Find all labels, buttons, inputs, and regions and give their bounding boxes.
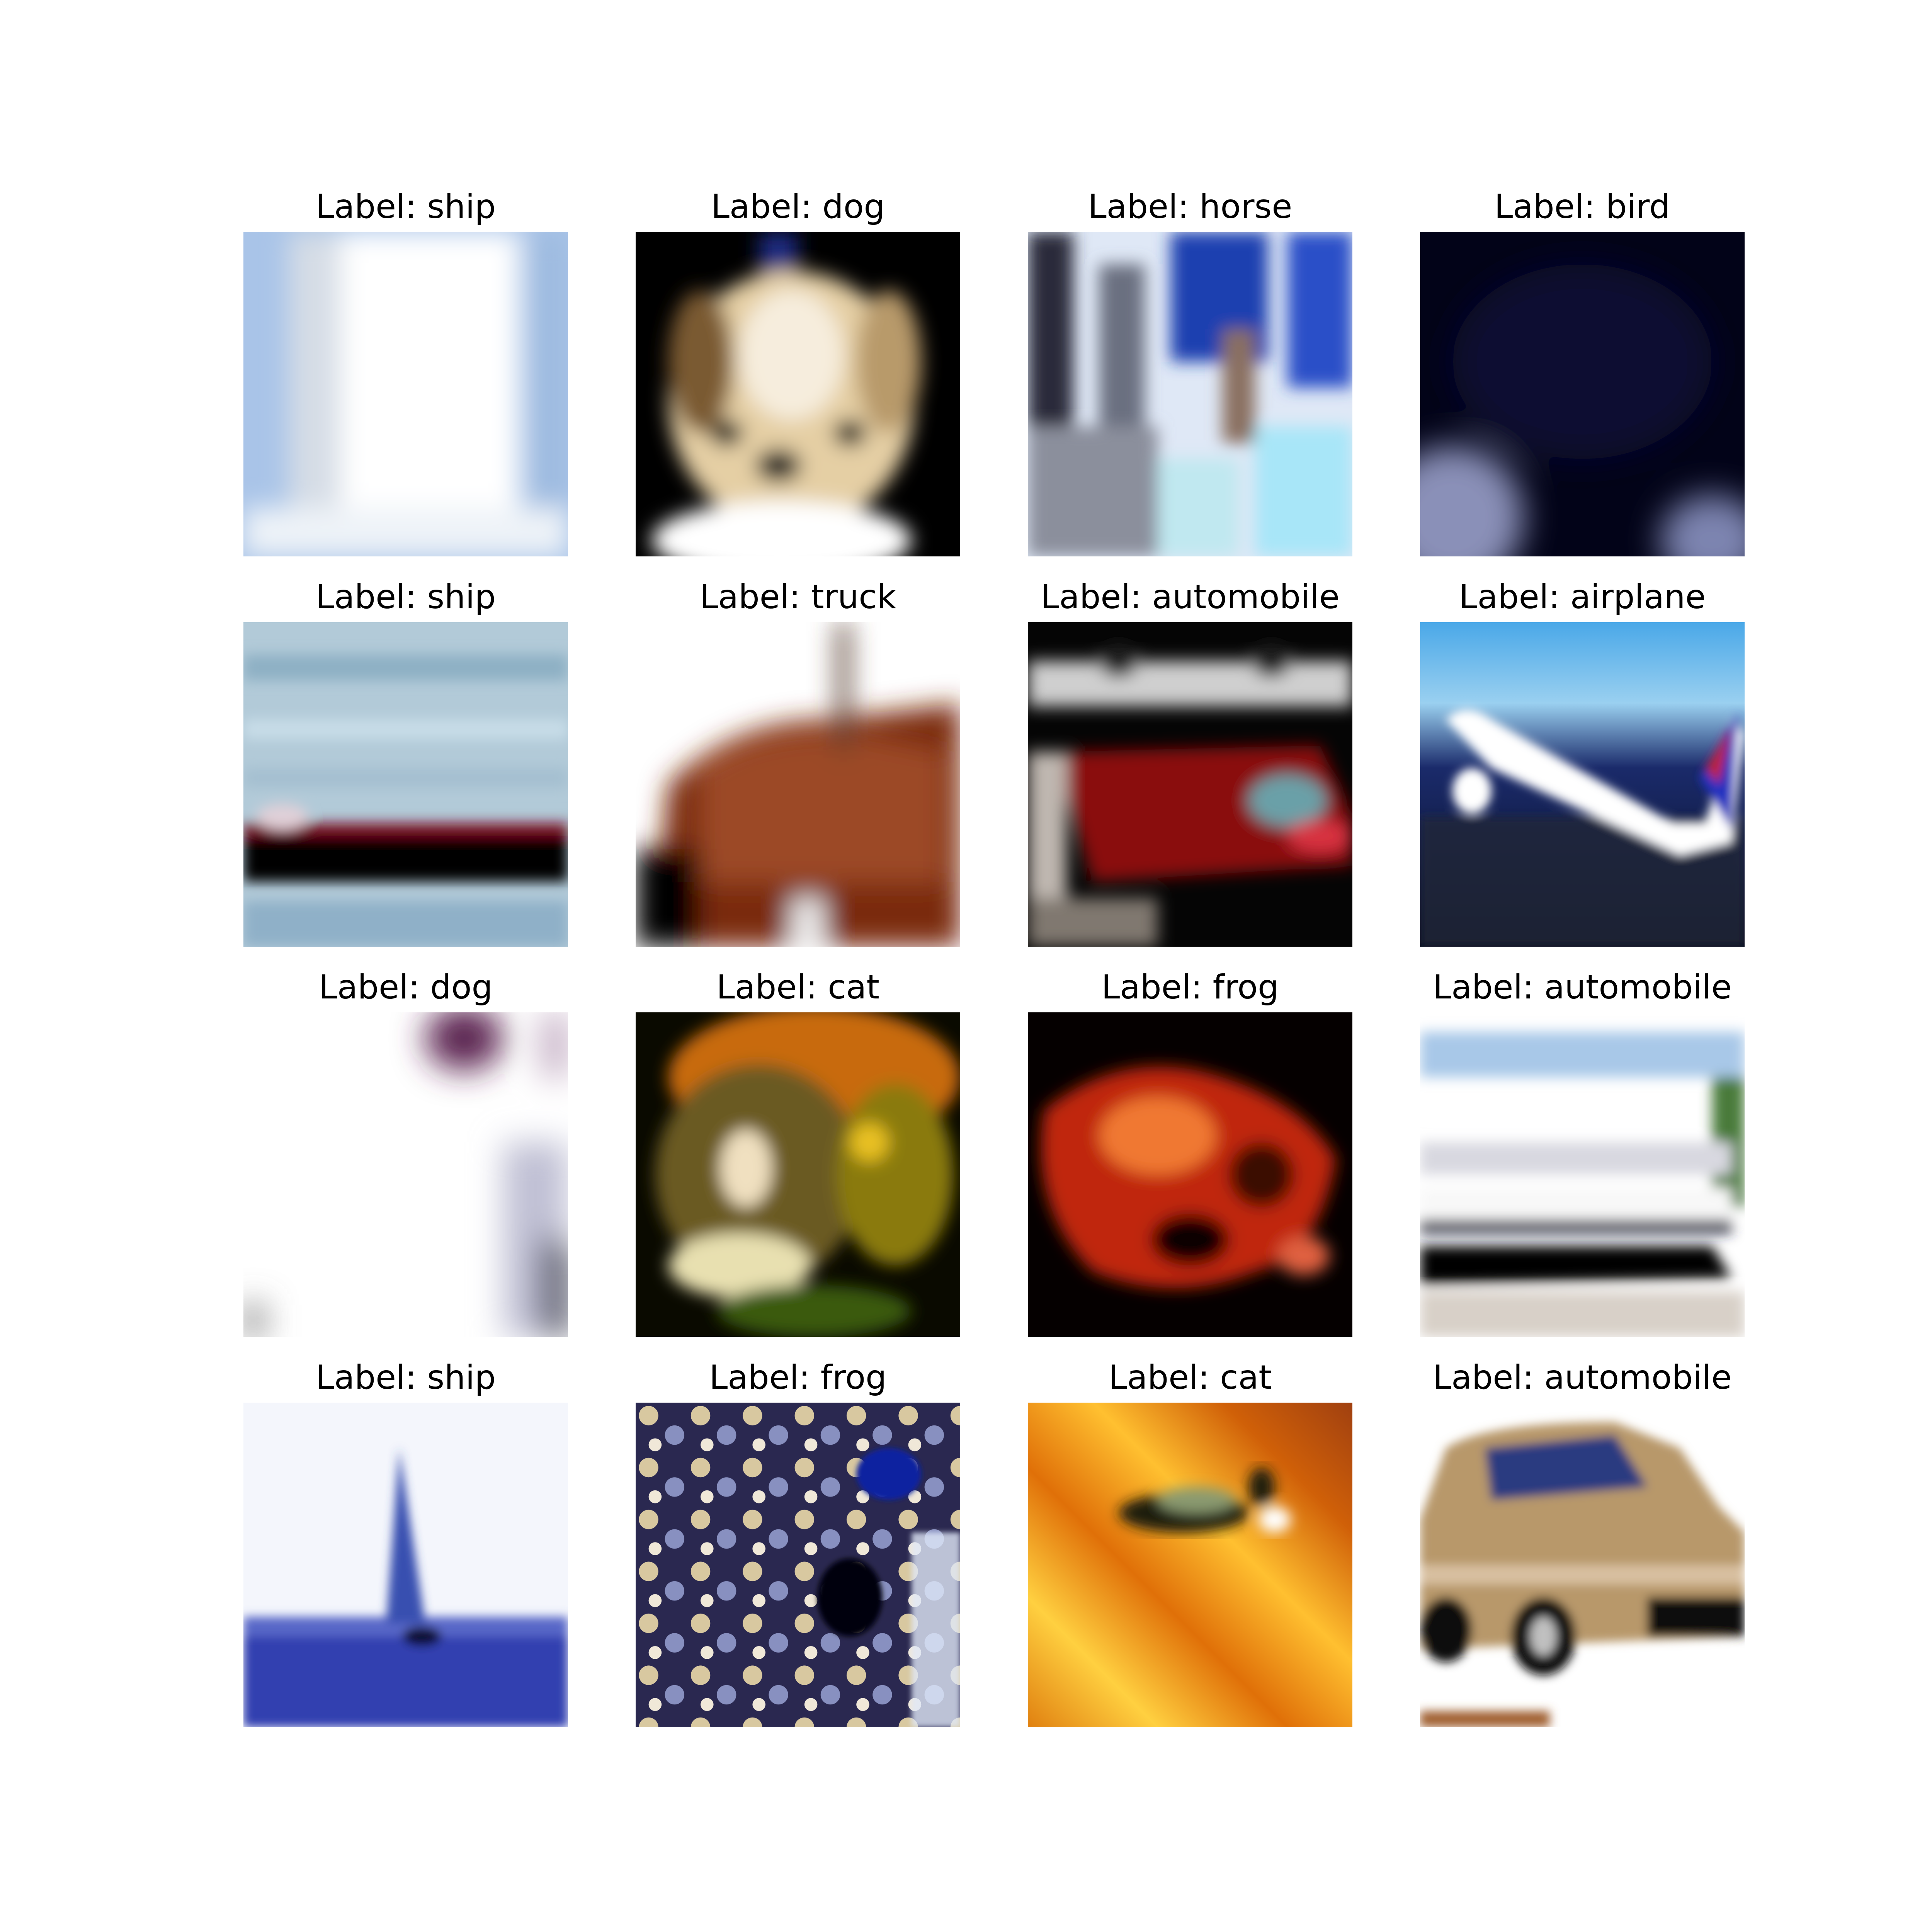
panel-label: Label: frog [709,1358,887,1397]
panel-image-frog [636,1403,960,1727]
panel-image-ship [243,232,568,556]
panel-label: Label: truck [699,578,896,616]
panel-image-truck [636,622,960,947]
panel-label: Label: bird [1494,187,1670,226]
panel-image-automobile [1420,1403,1745,1727]
panel-image-cat [636,1012,960,1337]
panel-image-frog [1028,1012,1352,1337]
panel-label: Label: airplane [1459,578,1706,616]
panel-label: Label: ship [315,187,496,226]
panel-label: Label: dog [318,968,493,1007]
panel-image-dog [636,232,960,556]
panel-label: Label: automobile [1433,1358,1732,1397]
panel-label: Label: automobile [1041,578,1340,616]
panel-label: Label: frog [1101,968,1279,1007]
panel-image-ship [243,622,568,947]
panel-label: Label: dog [711,187,885,226]
panel-image-dog [243,1012,568,1337]
panel-label: Label: automobile [1433,968,1732,1007]
panel-image-ship [243,1403,568,1727]
panel-image-airplane [1420,622,1745,947]
panel-image-automobile [1028,622,1352,947]
panel-label: Label: ship [315,578,496,616]
panel-label: Label: ship [315,1358,496,1397]
panel-label: Label: horse [1088,187,1293,226]
panel-label: Label: cat [1108,1358,1272,1397]
panel-image-horse [1028,232,1352,556]
image-grid-figure: Label: ship Label: dog Label: horse Labe… [0,0,1932,1932]
panel-label: Label: cat [716,968,880,1007]
panel-image-bird [1420,232,1745,556]
panel-image-automobile [1420,1012,1745,1337]
panel-image-cat [1028,1403,1352,1727]
